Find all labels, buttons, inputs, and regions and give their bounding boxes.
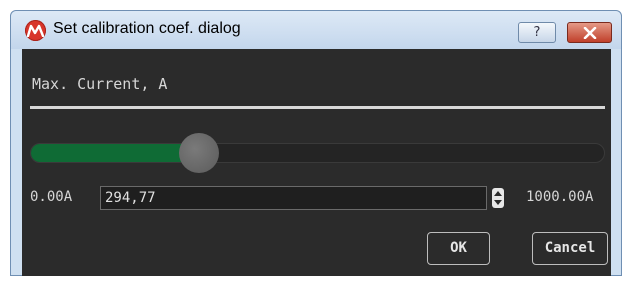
dialog-window: Set calibration coef. dialog ? Max. Curr… — [10, 10, 622, 276]
current-slider[interactable] — [30, 133, 605, 173]
help-button[interactable]: ? — [518, 22, 556, 43]
current-value-input[interactable]: 294,77 — [100, 186, 487, 210]
slider-fill — [31, 144, 200, 162]
ok-button[interactable]: OK — [427, 232, 490, 265]
title-bar[interactable]: Set calibration coef. dialog ? — [11, 11, 621, 49]
spin-up-down-icon — [494, 191, 502, 205]
section-title: Max. Current, A — [32, 75, 168, 93]
close-icon — [583, 27, 597, 39]
spin-button[interactable] — [492, 188, 504, 208]
slider-track[interactable] — [30, 143, 605, 163]
slider-handle[interactable] — [179, 133, 219, 173]
app-logo-icon — [25, 20, 46, 41]
separator — [30, 106, 605, 109]
max-value-label: 1000.00A — [526, 189, 594, 205]
window-title: Set calibration coef. dialog — [53, 20, 241, 37]
close-button[interactable] — [567, 22, 612, 43]
dialog-content: Max. Current, A 0.00A 294,77 1000.00A OK… — [22, 49, 611, 276]
min-value-label: 0.00A — [30, 189, 73, 205]
cancel-button[interactable]: Cancel — [532, 232, 608, 265]
